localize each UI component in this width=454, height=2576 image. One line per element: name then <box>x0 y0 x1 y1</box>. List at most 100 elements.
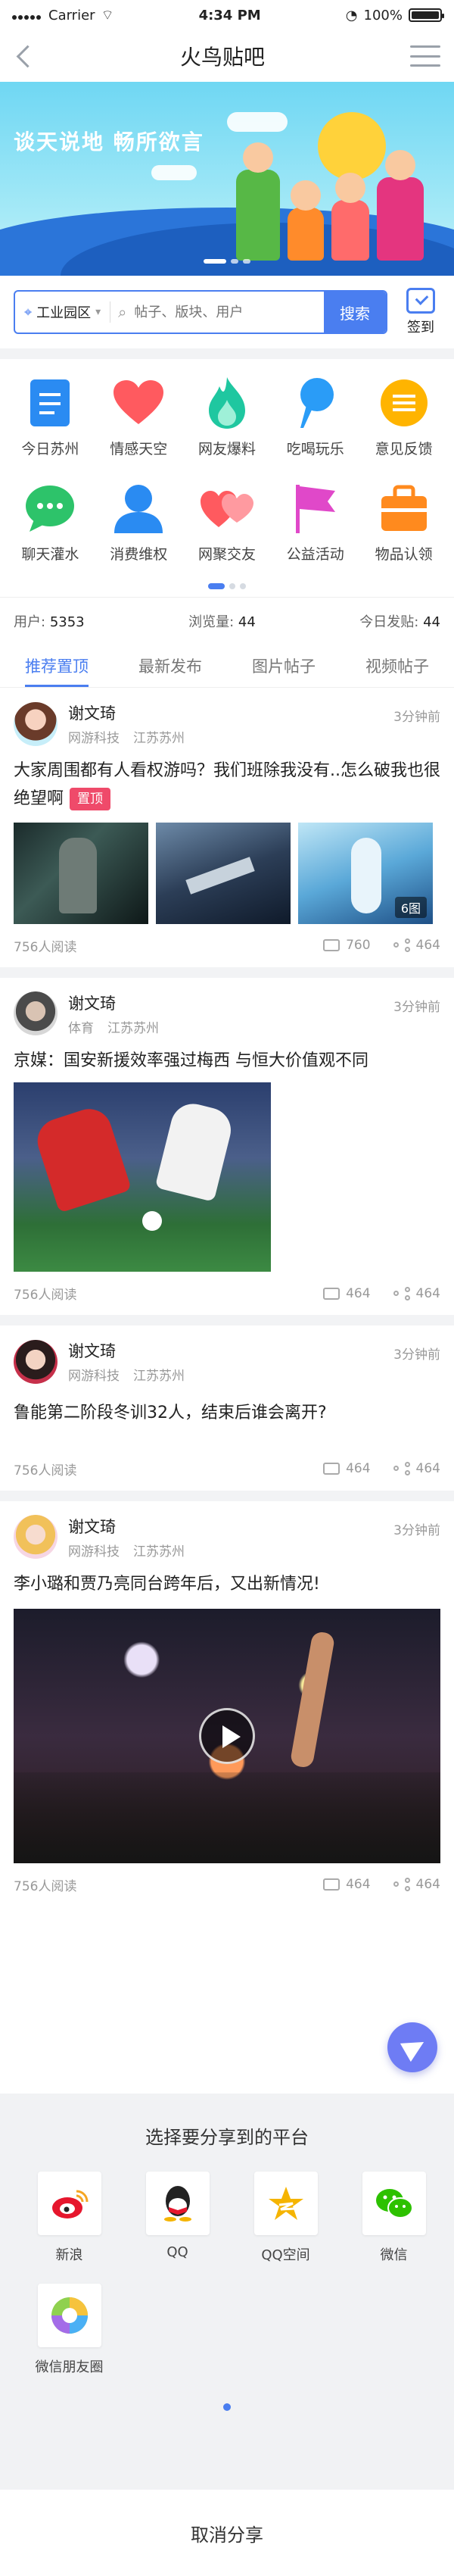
section-gap <box>0 1490 454 1501</box>
category-grid: 今日苏州 情感天空 网友爆料 吃喝玩乐 意见反馈 聊天灌水 消费维权 网聚交友 … <box>6 376 448 564</box>
comment-button[interactable]: 464 <box>323 1461 371 1476</box>
comment-button[interactable]: 760 <box>323 938 371 953</box>
share-wechat[interactable]: 微信 <box>340 2172 448 2264</box>
chat-icon <box>23 481 77 535</box>
avatar[interactable] <box>14 701 58 746</box>
back-icon[interactable] <box>14 45 35 67</box>
comment-count: 464 <box>346 1877 371 1893</box>
category-item[interactable]: 网聚交友 <box>183 481 272 564</box>
qq-icon <box>145 2172 210 2235</box>
menu-icon[interactable] <box>409 45 440 67</box>
post-card[interactable]: 谢文琦 网游科技 江苏苏州 3分钟前 李小璐和贾乃亮同台跨年后，又出新情况! 75… <box>0 1500 454 1906</box>
post-image[interactable] <box>14 1082 271 1272</box>
category-item[interactable]: 消费维权 <box>95 481 183 564</box>
battery-percent: 100% <box>363 7 403 23</box>
post-fab[interactable] <box>387 2022 437 2072</box>
post-tabs: 推荐置顶 最新发布 图片帖子 视频帖子 <box>0 644 454 688</box>
search-icon: ⌕ <box>118 303 127 321</box>
status-left: Carrier ⌔ <box>12 7 114 24</box>
share-sheet: 选择要分享到的平台 新浪 QQ QQ空间 微信 微信朋友圈 取消分享 <box>0 2094 454 2576</box>
comment-button[interactable]: 464 <box>323 1286 371 1301</box>
play-button[interactable] <box>199 1707 255 1764</box>
tab-recommended[interactable]: 推荐置顶 <box>25 644 89 687</box>
category-item[interactable]: 情感天空 <box>95 376 183 458</box>
read-count: 756人阅读 <box>14 1288 77 1304</box>
share-grid: 新浪 QQ QQ空间 微信 微信朋友圈 <box>0 2172 454 2376</box>
category-label: 物品认领 <box>375 546 433 563</box>
section-gap <box>0 348 454 359</box>
post-title[interactable]: 鲁能第二阶段冬训32人，结束后谁会离开? <box>14 1399 440 1427</box>
banner-cloud <box>151 165 197 180</box>
comment-icon <box>323 939 340 952</box>
category-item[interactable]: 吃喝玩乐 <box>271 376 359 458</box>
banner-slogan: 谈天说地 畅所欲言 <box>14 130 204 155</box>
wechat-icon <box>362 2172 426 2235</box>
comment-button[interactable]: 464 <box>323 1877 371 1893</box>
post-card[interactable]: 谢文琦 体育 江苏苏州 3分钟前 京媒：国安新援效率强过梅西 与恒大价值观不同 7… <box>0 977 454 1316</box>
status-right: ◔ 100% <box>346 7 444 23</box>
post-image[interactable] <box>156 822 291 924</box>
share-moments[interactable]: 微信朋友圈 <box>15 2284 123 2376</box>
ice-cream-icon <box>288 376 343 430</box>
post-image[interactable] <box>14 822 148 924</box>
tab-latest[interactable]: 最新发布 <box>138 644 202 687</box>
post-image[interactable]: 6图 <box>298 822 433 924</box>
post-card[interactable]: 谢文琦 网游科技 江苏苏州 3分钟前 大家周围都有人看权游吗？我们班除我没有..怎… <box>0 688 454 967</box>
share-button[interactable]: 464 <box>393 938 440 953</box>
avatar[interactable] <box>14 1339 58 1384</box>
banner[interactable]: 谈天说地 畅所欲言 <box>0 82 454 276</box>
comment-icon <box>323 1463 340 1475</box>
search-input[interactable] <box>126 304 324 320</box>
forum-stats: 用户: 5353 浏览量: 44 今日发贴: 44 <box>0 597 454 644</box>
signin-button[interactable]: 签到 <box>401 288 440 336</box>
tab-images[interactable]: 图片帖子 <box>252 644 316 687</box>
location-pin-icon: ⌖ <box>24 304 33 320</box>
tab-videos[interactable]: 视频帖子 <box>365 644 429 687</box>
category-item[interactable]: 聊天灌水 <box>6 481 95 564</box>
stat-views-value: 44 <box>238 614 256 630</box>
author-name[interactable]: 谢文琦 <box>68 1339 383 1362</box>
category-item[interactable]: 网友爆料 <box>183 376 272 458</box>
category-item[interactable]: 公益活动 <box>271 481 359 564</box>
category-item[interactable]: 意见反馈 <box>359 376 448 458</box>
avatar[interactable] <box>14 991 58 1036</box>
share-qq[interactable]: QQ <box>123 2172 232 2264</box>
author-org: 网游科技 <box>68 1544 120 1560</box>
post-title[interactable]: 大家周围都有人看权游吗？我们班除我没有..怎么破我也很绝望啊 置顶 <box>14 757 440 813</box>
search-row: ⌖ 工业园区 ▾ ⌕ 搜索 签到 <box>0 276 454 348</box>
post-card[interactable]: 谢文琦 网游科技 江苏苏州 3分钟前 鲁能第二阶段冬训32人，结束后谁会离开? 7… <box>0 1325 454 1491</box>
category-item[interactable]: 今日苏州 <box>6 376 95 458</box>
read-count: 756人阅读 <box>14 1463 77 1478</box>
qzone-icon <box>253 2172 318 2235</box>
share-label: QQ <box>166 2244 188 2260</box>
location-value: 工业园区 <box>36 305 92 321</box>
category-label: 吃喝玩乐 <box>286 441 344 457</box>
share-qzone[interactable]: QQ空间 <box>232 2172 340 2264</box>
avatar[interactable] <box>14 1515 58 1560</box>
post-title[interactable]: 京媒：国安新援效率强过梅西 与恒大价值观不同 <box>14 1047 440 1075</box>
share-sheet-title: 选择要分享到的平台 <box>145 2127 309 2148</box>
author-name[interactable]: 谢文琦 <box>68 991 383 1014</box>
share-weibo[interactable]: 新浪 <box>15 2172 123 2264</box>
comment-icon <box>323 1878 340 1891</box>
author-name[interactable]: 谢文琦 <box>68 1515 383 1538</box>
share-button[interactable]: 464 <box>393 1286 440 1301</box>
search-button[interactable]: 搜索 <box>324 292 386 333</box>
stat-views: 浏览量: 44 <box>188 614 256 630</box>
battery-icon <box>408 8 444 22</box>
share-icon <box>393 1878 410 1892</box>
share-button[interactable]: 464 <box>393 1461 440 1476</box>
bag-icon <box>377 481 431 535</box>
share-label: QQ空间 <box>261 2247 310 2263</box>
category-label: 情感天空 <box>110 441 168 457</box>
cancel-share-button[interactable]: 取消分享 <box>0 2490 454 2576</box>
post-video[interactable] <box>14 1608 440 1863</box>
category-item[interactable]: 物品认领 <box>359 481 448 564</box>
location-select[interactable]: ⌖ 工业园区 ▾ <box>15 292 110 333</box>
banner-family-illustration <box>236 170 424 261</box>
share-button[interactable]: 464 <box>393 1877 440 1892</box>
post-title[interactable]: 李小璐和贾乃亮同台跨年后，又出新情况! <box>14 1570 440 1598</box>
category-label: 意见反馈 <box>375 441 433 457</box>
author-name[interactable]: 谢文琦 <box>68 701 383 724</box>
post-image-row: 6图 <box>14 822 440 924</box>
